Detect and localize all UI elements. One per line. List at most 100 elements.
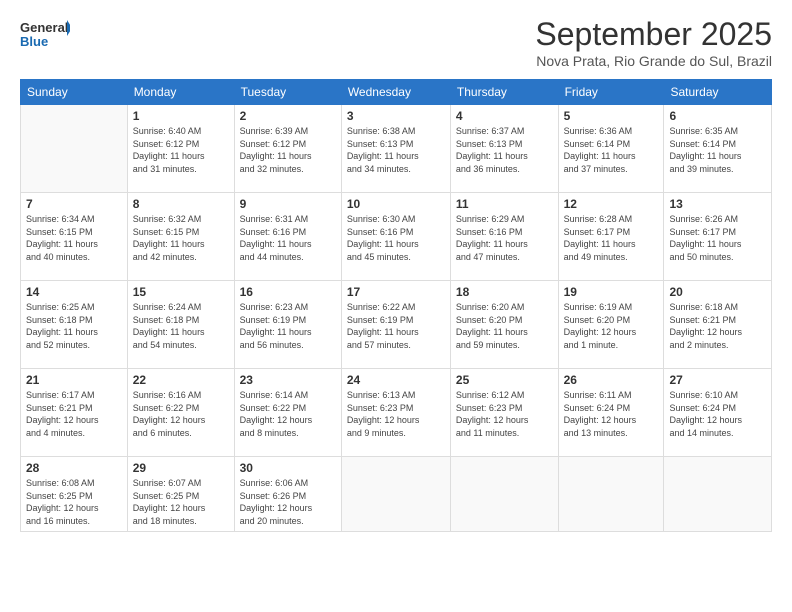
- day-info: Sunrise: 6:20 AM Sunset: 6:20 PM Dayligh…: [456, 301, 553, 351]
- calendar-weekday-tuesday: Tuesday: [234, 80, 341, 105]
- day-info: Sunrise: 6:36 AM Sunset: 6:14 PM Dayligh…: [564, 125, 659, 175]
- day-number: 30: [240, 461, 336, 475]
- location: Nova Prata, Rio Grande do Sul, Brazil: [535, 53, 772, 69]
- day-info: Sunrise: 6:12 AM Sunset: 6:23 PM Dayligh…: [456, 389, 553, 439]
- calendar-cell: 17Sunrise: 6:22 AM Sunset: 6:19 PM Dayli…: [341, 281, 450, 369]
- day-number: 6: [669, 109, 766, 123]
- day-number: 23: [240, 373, 336, 387]
- day-info: Sunrise: 6:30 AM Sunset: 6:16 PM Dayligh…: [347, 213, 445, 263]
- day-info: Sunrise: 6:29 AM Sunset: 6:16 PM Dayligh…: [456, 213, 553, 263]
- day-number: 13: [669, 197, 766, 211]
- calendar-cell: 13 Sunrise: 6:26 AM Sunset: 6:17 PM Dayli…: [664, 193, 772, 281]
- day-info: Sunrise: 6:34 AM Sunset: 6:15 PM Dayligh…: [26, 213, 122, 263]
- svg-text:Blue: Blue: [20, 34, 48, 49]
- day-info: Sunrise: 6:06 AM Sunset: 6:26 PM Dayligh…: [240, 477, 336, 527]
- day-number: 28: [26, 461, 122, 475]
- day-number: 27: [669, 373, 766, 387]
- day-info: Sunrise: 6:38 AM Sunset: 6:13 PM Dayligh…: [347, 125, 445, 175]
- logo: General Blue: [20, 16, 70, 52]
- day-info: Sunrise: 6:24 AM Sunset: 6:18 PM Dayligh…: [133, 301, 229, 351]
- calendar-cell: 6 Sunrise: 6:35 AM Sunset: 6:14 PM Daylig…: [664, 105, 772, 193]
- calendar-weekday-thursday: Thursday: [450, 80, 558, 105]
- day-number: 24: [347, 373, 445, 387]
- calendar-cell: [664, 457, 772, 532]
- calendar-week-row: 14 Sunrise: 6:25 AM Sunset: 6:18 PM Dayli…: [21, 281, 772, 369]
- day-number: 2: [240, 109, 336, 123]
- day-number: 7: [26, 197, 122, 211]
- day-number: 15: [133, 285, 229, 299]
- logo-svg: General Blue: [20, 16, 70, 52]
- day-info: Sunrise: 6:25 AM Sunset: 6:18 PM Dayligh…: [26, 301, 122, 351]
- calendar-cell: 15 Sunrise: 6:24 AM Sunset: 6:18 PM Dayli…: [127, 281, 234, 369]
- day-info: Sunrise: 6:31 AM Sunset: 6:16 PM Dayligh…: [240, 213, 336, 263]
- day-number: 17: [347, 285, 445, 299]
- day-info: Sunrise: 6:35 AM Sunset: 6:14 PM Dayligh…: [669, 125, 766, 175]
- day-info: Sunrise: 6:10 AM Sunset: 6:24 PM Dayligh…: [669, 389, 766, 439]
- calendar-weekday-saturday: Saturday: [664, 80, 772, 105]
- calendar-cell: 27 Sunrise: 6:10 AM Sunset: 6:24 PM Dayli…: [664, 369, 772, 457]
- day-info: Sunrise: 6:39 AM Sunset: 6:12 PM Dayligh…: [240, 125, 336, 175]
- calendar-cell: 3Sunrise: 6:38 AM Sunset: 6:13 PM Daylig…: [341, 105, 450, 193]
- calendar-cell: [21, 105, 128, 193]
- day-info: Sunrise: 6:07 AM Sunset: 6:25 PM Dayligh…: [133, 477, 229, 527]
- calendar-cell: [450, 457, 558, 532]
- day-number: 26: [564, 373, 659, 387]
- calendar-cell: 2 Sunrise: 6:39 AM Sunset: 6:12 PM Daylig…: [234, 105, 341, 193]
- calendar-weekday-sunday: Sunday: [21, 80, 128, 105]
- calendar-cell: 24 Sunrise: 6:13 AM Sunset: 6:23 PM Dayli…: [341, 369, 450, 457]
- calendar-header-row: SundayMondayTuesdayWednesdayThursdayFrid…: [21, 80, 772, 105]
- calendar-cell: [341, 457, 450, 532]
- day-info: Sunrise: 6:32 AM Sunset: 6:15 PM Dayligh…: [133, 213, 229, 263]
- day-info: Sunrise: 6:40 AM Sunset: 6:12 PM Dayligh…: [133, 125, 229, 175]
- day-number: 18: [456, 285, 553, 299]
- calendar-cell: 30 Sunrise: 6:06 AM Sunset: 6:26 PM Dayli…: [234, 457, 341, 532]
- day-number: 4: [456, 109, 553, 123]
- calendar-cell: 12 Sunrise: 6:28 AM Sunset: 6:17 PM Dayli…: [558, 193, 664, 281]
- day-info: Sunrise: 6:23 AM Sunset: 6:19 PM Dayligh…: [240, 301, 336, 351]
- day-info: Sunrise: 6:19 AM Sunset: 6:20 PM Dayligh…: [564, 301, 659, 351]
- calendar-cell: 14 Sunrise: 6:25 AM Sunset: 6:18 PM Dayli…: [21, 281, 128, 369]
- calendar-weekday-monday: Monday: [127, 80, 234, 105]
- day-info: Sunrise: 6:37 AM Sunset: 6:13 PM Dayligh…: [456, 125, 553, 175]
- calendar-cell: 9 Sunrise: 6:31 AM Sunset: 6:16 PM Daylig…: [234, 193, 341, 281]
- day-number: 22: [133, 373, 229, 387]
- day-info: Sunrise: 6:17 AM Sunset: 6:21 PM Dayligh…: [26, 389, 122, 439]
- svg-text:General: General: [20, 20, 68, 35]
- day-number: 21: [26, 373, 122, 387]
- day-info: Sunrise: 6:28 AM Sunset: 6:17 PM Dayligh…: [564, 213, 659, 263]
- day-number: 25: [456, 373, 553, 387]
- page: General Blue September 2025 Nova Prata, …: [0, 0, 792, 612]
- day-number: 1: [133, 109, 229, 123]
- day-info: Sunrise: 6:26 AM Sunset: 6:17 PM Dayligh…: [669, 213, 766, 263]
- day-info: Sunrise: 6:13 AM Sunset: 6:23 PM Dayligh…: [347, 389, 445, 439]
- calendar-cell: 20 Sunrise: 6:18 AM Sunset: 6:21 PM Dayli…: [664, 281, 772, 369]
- calendar-cell: 29 Sunrise: 6:07 AM Sunset: 6:25 PM Dayli…: [127, 457, 234, 532]
- calendar-cell: 22 Sunrise: 6:16 AM Sunset: 6:22 PM Dayli…: [127, 369, 234, 457]
- day-info: Sunrise: 6:18 AM Sunset: 6:21 PM Dayligh…: [669, 301, 766, 351]
- calendar-cell: 25 Sunrise: 6:12 AM Sunset: 6:23 PM Dayli…: [450, 369, 558, 457]
- calendar: SundayMondayTuesdayWednesdayThursdayFrid…: [20, 79, 772, 532]
- day-number: 19: [564, 285, 659, 299]
- calendar-cell: 4 Sunrise: 6:37 AM Sunset: 6:13 PM Daylig…: [450, 105, 558, 193]
- day-number: 20: [669, 285, 766, 299]
- day-number: 9: [240, 197, 336, 211]
- calendar-cell: [558, 457, 664, 532]
- calendar-cell: 19 Sunrise: 6:19 AM Sunset: 6:20 PM Dayli…: [558, 281, 664, 369]
- day-number: 5: [564, 109, 659, 123]
- day-number: 14: [26, 285, 122, 299]
- calendar-cell: 28 Sunrise: 6:08 AM Sunset: 6:25 PM Dayli…: [21, 457, 128, 532]
- calendar-week-row: 28 Sunrise: 6:08 AM Sunset: 6:25 PM Dayli…: [21, 457, 772, 532]
- calendar-cell: 7 Sunrise: 6:34 AM Sunset: 6:15 PM Daylig…: [21, 193, 128, 281]
- calendar-cell: 8 Sunrise: 6:32 AM Sunset: 6:15 PM Daylig…: [127, 193, 234, 281]
- day-number: 12: [564, 197, 659, 211]
- calendar-week-row: 7 Sunrise: 6:34 AM Sunset: 6:15 PM Daylig…: [21, 193, 772, 281]
- day-info: Sunrise: 6:16 AM Sunset: 6:22 PM Dayligh…: [133, 389, 229, 439]
- calendar-cell: 23 Sunrise: 6:14 AM Sunset: 6:22 PM Dayli…: [234, 369, 341, 457]
- day-number: 10: [347, 197, 445, 211]
- day-number: 29: [133, 461, 229, 475]
- calendar-cell: 10 Sunrise: 6:30 AM Sunset: 6:16 PM Dayli…: [341, 193, 450, 281]
- day-number: 8: [133, 197, 229, 211]
- calendar-weekday-wednesday: Wednesday: [341, 80, 450, 105]
- day-info: Sunrise: 6:14 AM Sunset: 6:22 PM Dayligh…: [240, 389, 336, 439]
- day-info: Sunrise: 6:08 AM Sunset: 6:25 PM Dayligh…: [26, 477, 122, 527]
